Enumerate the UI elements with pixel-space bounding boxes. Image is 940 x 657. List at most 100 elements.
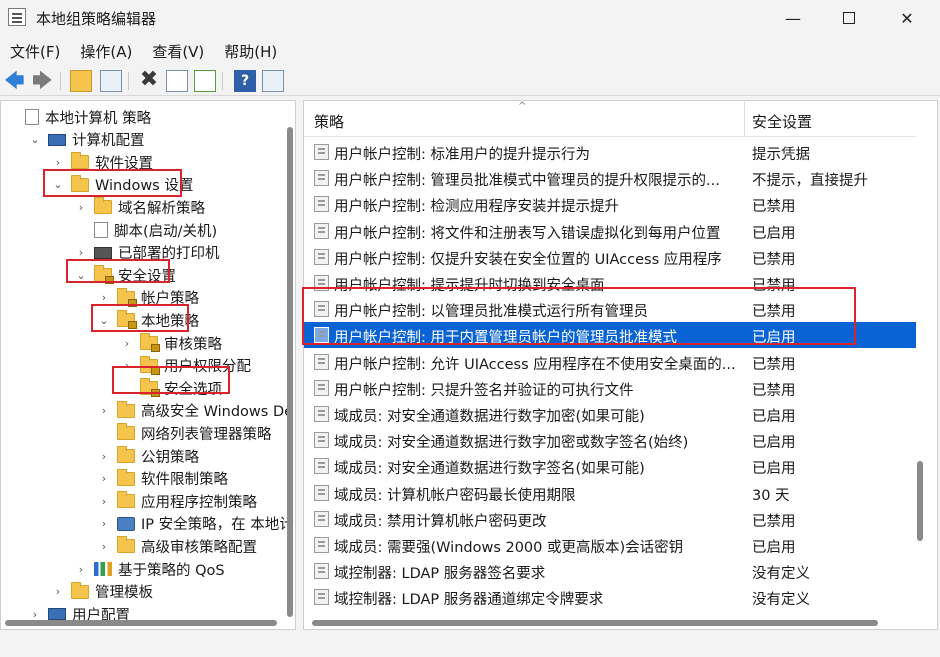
expand-right-icon[interactable]: ›: [74, 246, 88, 259]
policy-row[interactable]: 域成员: 对安全通道数据进行数字加密(如果可能) 已启用: [304, 401, 916, 427]
column-header-setting[interactable]: 安全设置: [752, 111, 812, 132]
up-folder-icon[interactable]: [70, 70, 92, 92]
policy-row[interactable]: 用户帐户控制: 只提升签名并验证的可执行文件 已禁用: [304, 375, 916, 401]
tree-item[interactable]: ⌄ 安全设置: [74, 264, 176, 286]
tree-item[interactable]: › 帐户策略: [97, 287, 199, 309]
policy-name: 域成员: 需要强(Windows 2000 或更高版本)会话密钥: [334, 540, 684, 556]
tree-item-label: 帐户策略: [141, 291, 199, 308]
policy-list-pane[interactable]: ^ 策略 安全设置 用户帐户控制: 标准用户的提升提示行为 提示凭据 用户帐户控制:…: [303, 100, 938, 630]
tree-item[interactable]: 脚本(启动/关机): [74, 219, 217, 241]
tree-vertical-scrollbar[interactable]: [287, 127, 293, 617]
column-divider[interactable]: [744, 101, 745, 137]
tree-item[interactable]: ⌄ Windows 设置: [51, 174, 193, 196]
policy-row[interactable]: 用户帐户控制: 用于内置管理员帐户的管理员批准模式 已启用: [304, 322, 916, 349]
tree-item-label: 脚本(启动/关机): [114, 223, 218, 240]
help-icon[interactable]: ?: [234, 70, 256, 92]
policy-row[interactable]: 用户帐户控制: 将文件和注册表写入错误虚拟化到每用户位置 已启用: [304, 218, 916, 244]
policy-name: 域控制器: LDAP 服务器签名要求: [334, 566, 546, 583]
tree-item[interactable]: › 基于策略的 QoS: [74, 558, 225, 580]
menu-file[interactable]: 文件(F): [0, 38, 70, 64]
tree-pane[interactable]: 本地计算机 策略 ⌄ 计算机配置 › 软件设置 ⌄ Windows 设置 › 域名解析策略脚本(…: [0, 100, 296, 630]
tree-item[interactable]: › 管理模板: [51, 581, 153, 603]
tree-item-label: 公钥策略: [141, 449, 199, 466]
show-hide-tree-icon[interactable]: [100, 70, 122, 92]
policy-row[interactable]: 域控制器: LDAP 服务器通道绑定令牌要求 没有定义: [304, 584, 916, 610]
policy-row[interactable]: 用户帐户控制: 提示提升时切换到安全桌面 已禁用: [304, 270, 916, 296]
tree-item[interactable]: › 公钥策略: [97, 445, 199, 467]
menu-bar: 文件(F) 操作(A) 查看(V) 帮助(H): [0, 38, 940, 64]
tree-item[interactable]: › IP 安全策略，在 本地计: [97, 513, 294, 535]
tree-item-label: 管理模板: [95, 585, 153, 602]
policy-row[interactable]: 域控制器: LDAP 服务器签名要求 没有定义: [304, 558, 916, 584]
policy-name: 域成员: 禁用计算机帐户密码更改: [334, 513, 547, 530]
expand-right-icon[interactable]: ›: [97, 495, 111, 508]
list-horizontal-scrollbar[interactable]: [312, 620, 878, 626]
policy-setting-icon: [314, 589, 329, 606]
tree-item[interactable]: › 应用程序控制策略: [97, 490, 257, 512]
expand-right-icon[interactable]: ›: [74, 201, 88, 214]
expand-right-icon[interactable]: ›: [120, 359, 134, 372]
tree-item[interactable]: › 域名解析策略: [74, 196, 205, 218]
menu-help[interactable]: 帮助(H): [214, 38, 287, 64]
back-arrow-icon[interactable]: 🡄: [4, 70, 26, 92]
policy-setting-icon: [314, 510, 329, 527]
policy-row[interactable]: 用户帐户控制: 仅提升安装在安全位置的 UIAccess 应用程序 已禁用: [304, 244, 916, 270]
expand-right-icon[interactable]: ›: [97, 472, 111, 485]
properties-icon[interactable]: [166, 70, 188, 92]
menu-view[interactable]: 查看(V): [142, 38, 214, 64]
expand-right-icon[interactable]: ›: [97, 517, 111, 530]
policy-row[interactable]: 用户帐户控制: 管理员批准模式中管理员的提升权限提示的... 不提示，直接提升: [304, 165, 916, 191]
policy-row[interactable]: 域成员: 对安全通道数据进行数字签名(如果可能) 已启用: [304, 453, 916, 479]
policy-name: 用户帐户控制: 检测应用程序安装并提示提升: [334, 199, 619, 216]
tree-item[interactable]: › 软件限制策略: [97, 468, 228, 490]
expand-down-icon[interactable]: ⌄: [97, 314, 111, 327]
expand-right-icon[interactable]: ›: [97, 404, 111, 417]
list-vertical-scrollbar[interactable]: [917, 461, 923, 541]
expand-right-icon[interactable]: ›: [97, 291, 111, 304]
policy-setting-value: 不提示，直接提升: [752, 173, 868, 190]
policy-row[interactable]: 用户帐户控制: 以管理员批准模式运行所有管理员 已禁用: [304, 296, 916, 322]
expand-down-icon[interactable]: ⌄: [74, 269, 88, 282]
maximize-button[interactable]: [826, 0, 872, 36]
column-header-policy[interactable]: 策略: [314, 111, 344, 132]
export-list-icon[interactable]: [194, 70, 216, 92]
tree-item[interactable]: › 审核策略: [120, 332, 222, 354]
policy-row[interactable]: 用户帐户控制: 允许 UIAccess 应用程序在不使用安全桌面的... 已禁用: [304, 349, 916, 375]
expand-right-icon[interactable]: ›: [28, 608, 42, 621]
expand-right-icon[interactable]: ›: [51, 156, 65, 169]
tree-item[interactable]: ⌄ 本地策略: [97, 309, 199, 331]
policy-row[interactable]: 域成员: 对安全通道数据进行数字加密或数字签名(始终) 已启用: [304, 427, 916, 453]
close-button[interactable]: ✕: [884, 0, 930, 36]
tree-item[interactable]: › 软件设置: [51, 151, 153, 173]
expand-right-icon[interactable]: ›: [74, 563, 88, 576]
expand-down-icon[interactable]: ⌄: [28, 133, 42, 146]
folder-lock-icon: [94, 265, 114, 285]
policy-row[interactable]: 域成员: 计算机帐户密码最长使用期限 30 天: [304, 480, 916, 506]
tree-item[interactable]: › 高级安全 Windows De: [97, 400, 293, 422]
expand-right-icon[interactable]: ›: [97, 540, 111, 553]
expand-down-icon[interactable]: ⌄: [51, 178, 65, 191]
expand-right-icon[interactable]: ›: [97, 450, 111, 463]
policy-row[interactable]: 域成员: 需要强(Windows 2000 或更高版本)会话密钥 已启用: [304, 532, 916, 558]
delete-icon[interactable]: ✖: [138, 69, 160, 92]
show-action-pane-icon[interactable]: [262, 70, 284, 92]
expand-right-icon[interactable]: ›: [51, 585, 65, 598]
expand-right-icon[interactable]: ›: [120, 337, 134, 350]
folder-icon: [71, 174, 89, 192]
menu-action[interactable]: 操作(A): [70, 38, 142, 64]
policy-row[interactable]: 用户帐户控制: 检测应用程序安装并提示提升 已禁用: [304, 191, 916, 217]
tree-item[interactable]: › 高级审核策略配置: [97, 535, 257, 557]
policy-setting-value: 已禁用: [752, 513, 796, 530]
tree-horizontal-scrollbar[interactable]: [5, 620, 277, 626]
policy-setting-value: 提示凭据: [752, 147, 810, 163]
tree-item[interactable]: 安全选项: [120, 377, 222, 399]
forward-arrow-icon[interactable]: 🡆: [32, 70, 54, 92]
policy-row[interactable]: 域成员: 禁用计算机帐户密码更改 已禁用: [304, 506, 916, 532]
policy-row[interactable]: 用户帐户控制: 标准用户的提升提示行为 提示凭据: [304, 139, 916, 165]
tree-item[interactable]: ⌄ 计算机配置: [28, 129, 144, 151]
tree-item[interactable]: › 已部署的打印机: [74, 242, 220, 264]
minimize-button[interactable]: —: [770, 0, 816, 36]
tree-item[interactable]: › 用户权限分配: [120, 355, 251, 377]
tree-item[interactable]: 本地计算机 策略: [5, 106, 151, 128]
tree-item[interactable]: 网络列表管理器策略: [97, 422, 272, 444]
